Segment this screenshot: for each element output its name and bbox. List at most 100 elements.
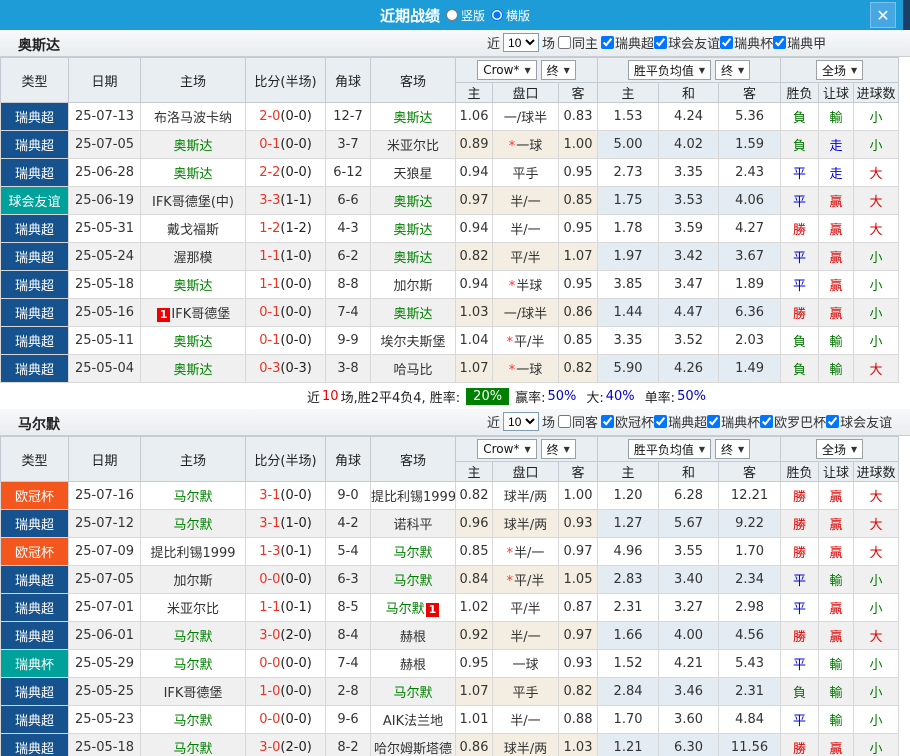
same-venue-checkbox[interactable] [558,415,571,428]
result-goals-cell: 小 [854,243,899,271]
result-goals-cell: 大 [854,510,899,538]
league-filter[interactable]: 瑞典超 [654,412,707,431]
score-cell: 0-0(0-0) [246,706,326,734]
avg-away-odds-cell: 12.21 [719,482,781,510]
match-row: 瑞典超25-07-12马尔默3-1(1-0)4-2诺科平0.96球半/两0.93… [1,510,899,538]
corner-cell: 7-4 [326,650,371,678]
league-filter[interactable]: 球会友谊 [654,33,720,52]
close-button[interactable]: ✕ [870,2,896,28]
league-filter-label: 瑞典超 [615,33,654,52]
avg-home-odds-cell: 1.70 [598,706,659,734]
league-type-cell: 瑞典超 [1,622,69,650]
league-filter[interactable]: 欧罗巴杯 [760,412,826,431]
final-select-2[interactable]: 终▼ [715,60,750,80]
recent-count-select[interactable]: 10 [503,33,539,52]
league-filter-checkbox[interactable] [773,36,786,49]
league-type-cell: 瑞典超 [1,566,69,594]
league-filter-checkbox[interactable] [654,415,667,428]
league-filter[interactable]: 瑞典杯 [720,33,773,52]
fullmatch-select[interactable]: 全场▼ [816,60,863,80]
league-filter[interactable]: 瑞典甲 [773,33,826,52]
col-score: 比分(半场) [246,58,326,103]
avg-home-odds-cell: 2.31 [598,594,659,622]
handicap-away-odds-cell: 0.86 [559,299,598,327]
league-filter-label: 欧罗巴杯 [774,412,826,431]
same-venue-checkbox[interactable] [558,36,571,49]
league-type-cell: 瑞典超 [1,706,69,734]
corner-cell: 6-3 [326,566,371,594]
avg-home-odds-cell: 1.78 [598,215,659,243]
handicap-line-text: 半/一 [510,195,540,210]
league-filter-label: 球会友谊 [840,412,892,431]
col-avg-home: 主 [598,83,659,103]
final-select-2[interactable]: 终▼ [715,439,750,459]
league-filter[interactable]: 欧冠杯 [601,412,654,431]
handicap-line-cell: 平手 [493,159,559,187]
league-filter-checkbox[interactable] [720,36,733,49]
fulltime-score: 3-3 [259,193,280,208]
recent-count-select[interactable]: 10 [503,412,539,431]
layout-option-horizontal[interactable]: 横版 [491,7,530,24]
corner-cell: 8-2 [326,734,371,756]
score-cell: 0-0(0-0) [246,650,326,678]
league-filter-checkbox[interactable] [601,415,614,428]
handicap-home-odds-cell: 0.92 [456,622,493,650]
result-goals-cell: 小 [854,734,899,756]
col-avg-draw: 和 [659,462,719,482]
avg-away-odds-cell: 1.89 [719,271,781,299]
same-venue-filter[interactable]: 同主 [558,33,598,52]
final-select-1[interactable]: 终▼ [541,60,576,80]
results-table: 类型 日期 主场 比分(半场) 角球 客场 Crow*▼ 终▼ 胜平负均值▼ 终… [0,57,899,383]
horizontal-radio[interactable] [491,9,503,21]
record-summary: 近10场,胜2平4负4, 胜率: 20% 赢率:50% 大:40% 单率:50% [0,383,898,409]
away-team-cell: 哈尔姆斯塔德 [371,734,456,756]
team-name-text: 马尔默 [173,658,212,673]
avg-away-odds-cell: 4.06 [719,187,781,215]
crow-select[interactable]: Crow*▼ [477,439,536,459]
league-filter-checkbox[interactable] [654,36,667,49]
result-handicap-cell: 輸 [819,566,854,594]
col-handicap: 盘口 [493,462,559,482]
result-goals-cell: 小 [854,271,899,299]
wdl-avg-select[interactable]: 胜平负均值▼ [628,60,711,80]
same-venue-filter[interactable]: 同客 [558,412,598,431]
handicap-away-odds-cell: 1.07 [559,243,598,271]
fullmatch-select[interactable]: 全场▼ [816,439,863,459]
result-goals-cell: 小 [854,103,899,131]
handicap-home-odds-cell: 1.07 [456,355,493,383]
handicap-line-text: 一球 [516,363,542,378]
league-type-cell: 瑞典超 [1,678,69,706]
fulltime-score: 2-2 [259,165,280,180]
score-cell: 3-0(2-0) [246,734,326,756]
handicap-line-text: 一球 [512,658,538,673]
team-name-text: 哈马比 [393,363,432,378]
league-filter[interactable]: 球会友谊 [826,412,892,431]
vertical-radio[interactable] [446,9,458,21]
away-team-cell: 奥斯达 [371,243,456,271]
home-team-cell: 奥斯达 [141,131,246,159]
league-filter-checkbox[interactable] [826,415,839,428]
team-name-text: AIK法兰地 [383,714,443,729]
avg-home-odds-cell: 1.44 [598,299,659,327]
layout-option-vertical[interactable]: 竖版 [446,7,485,24]
fulltime-score: 0-0 [259,656,280,671]
crow-select[interactable]: Crow*▼ [477,60,536,80]
league-filter-checkbox[interactable] [707,415,720,428]
avg-home-odds-cell: 1.97 [598,243,659,271]
result-handicap-cell: 贏 [819,594,854,622]
date-cell: 25-05-23 [69,706,141,734]
league-filter[interactable]: 瑞典超 [601,33,654,52]
league-filter-checkbox[interactable] [601,36,614,49]
rank-badge: 1 [157,308,171,322]
league-filter-checkbox[interactable] [760,415,773,428]
final-select-1[interactable]: 终▼ [541,439,576,459]
fulltime-score: 3-1 [259,488,280,503]
avg-draw-odds-cell: 6.28 [659,482,719,510]
wdl-avg-select[interactable]: 胜平负均值▼ [628,439,711,459]
fulltime-score: 2-0 [259,109,280,124]
corner-cell: 8-8 [326,271,371,299]
team-name-text: 提比利锡1999 [371,490,456,505]
league-filter[interactable]: 瑞典杯 [707,412,760,431]
result-handicap-cell: 輸 [819,103,854,131]
team-name-text: IFK哥德堡(中) [152,195,234,210]
